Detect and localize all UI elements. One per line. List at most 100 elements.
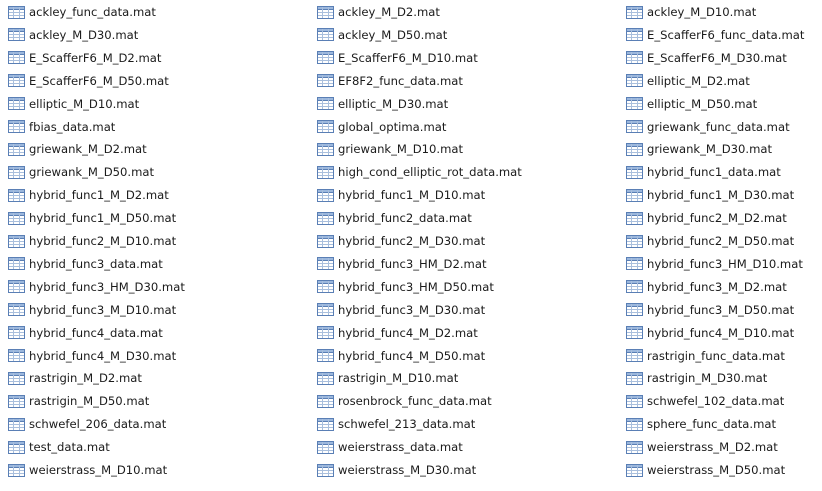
file-item[interactable]: hybrid_func2_M_D2.mat bbox=[626, 208, 787, 228]
file-item[interactable]: griewank_func_data.mat bbox=[626, 117, 790, 137]
mat-file-icon bbox=[8, 303, 25, 317]
file-item[interactable]: weierstrass_data.mat bbox=[317, 437, 463, 457]
file-name: schwefel_206_data.mat bbox=[29, 417, 167, 432]
mat-file-icon bbox=[8, 97, 25, 111]
file-item[interactable]: ackley_M_D30.mat bbox=[8, 25, 138, 45]
file-item[interactable]: elliptic_M_D2.mat bbox=[626, 71, 750, 91]
file-name: ackley_func_data.mat bbox=[29, 5, 156, 19]
file-item[interactable]: rastrigin_M_D30.mat bbox=[626, 368, 767, 388]
file-item[interactable]: sphere_func_data.mat bbox=[626, 414, 776, 434]
file-name: test_data.mat bbox=[29, 440, 110, 455]
mat-file-icon bbox=[626, 97, 643, 111]
mat-file-icon bbox=[626, 74, 643, 88]
file-item[interactable]: hybrid_func3_M_D10.mat bbox=[8, 300, 176, 320]
mat-file-icon bbox=[8, 188, 25, 202]
file-name: global_optima.mat bbox=[338, 119, 447, 134]
file-item[interactable]: ackley_M_D10.mat bbox=[626, 2, 756, 22]
file-item[interactable]: EF8F2_func_data.mat bbox=[317, 71, 463, 91]
file-item[interactable]: griewank_M_D30.mat bbox=[626, 139, 772, 159]
file-item[interactable]: elliptic_M_D30.mat bbox=[317, 94, 448, 114]
mat-file-icon bbox=[626, 51, 643, 65]
file-item[interactable]: hybrid_func4_M_D50.mat bbox=[317, 346, 485, 366]
file-item[interactable]: rastrigin_M_D2.mat bbox=[8, 368, 142, 388]
mat-file-icon bbox=[8, 120, 25, 133]
file-name: rosenbrock_func_data.mat bbox=[338, 394, 492, 409]
file-item[interactable]: hybrid_func3_HM_D2.mat bbox=[317, 254, 487, 274]
file-item[interactable]: fbias_data.mat bbox=[8, 117, 115, 137]
file-item[interactable]: hybrid_func3_HM_D30.mat bbox=[8, 277, 185, 297]
file-item[interactable]: hybrid_func4_M_D2.mat bbox=[317, 323, 478, 343]
file-item[interactable]: griewank_M_D10.mat bbox=[317, 139, 463, 159]
mat-file-icon bbox=[8, 211, 25, 225]
file-name: elliptic_M_D2.mat bbox=[647, 73, 750, 88]
file-item[interactable]: hybrid_func3_data.mat bbox=[8, 254, 163, 274]
mat-file-icon bbox=[317, 417, 334, 431]
file-item[interactable]: elliptic_M_D50.mat bbox=[626, 94, 757, 114]
file-item[interactable]: E_ScafferF6_func_data.mat bbox=[626, 25, 804, 45]
file-item[interactable]: hybrid_func1_M_D2.mat bbox=[8, 185, 169, 205]
file-name: rastrigin_func_data.mat bbox=[647, 348, 785, 363]
file-item[interactable]: weierstrass_M_D50.mat bbox=[626, 460, 785, 480]
file-item[interactable]: hybrid_func3_HM_D50.mat bbox=[317, 277, 494, 297]
file-item[interactable]: high_cond_elliptic_rot_data.mat bbox=[317, 162, 522, 182]
file-item[interactable]: hybrid_func1_data.mat bbox=[626, 162, 781, 182]
file-item[interactable]: weierstrass_M_D30.mat bbox=[317, 460, 476, 480]
file-item[interactable]: rastrigin_M_D10.mat bbox=[317, 368, 458, 388]
file-item[interactable]: hybrid_func2_M_D50.mat bbox=[626, 231, 794, 251]
mat-file-icon bbox=[317, 74, 334, 88]
file-item[interactable]: schwefel_206_data.mat bbox=[8, 414, 166, 434]
file-name: hybrid_func1_M_D2.mat bbox=[29, 188, 169, 203]
file-item[interactable]: hybrid_func3_M_D2.mat bbox=[626, 277, 787, 297]
file-item[interactable]: ackley_M_D50.mat bbox=[317, 25, 447, 45]
file-item[interactable]: elliptic_M_D10.mat bbox=[8, 94, 139, 114]
mat-file-icon bbox=[8, 257, 25, 271]
file-item[interactable]: hybrid_func4_M_D30.mat bbox=[8, 346, 176, 366]
file-name: hybrid_func4_data.mat bbox=[29, 325, 163, 340]
mat-file-icon bbox=[626, 303, 643, 317]
file-item[interactable]: schwefel_102_data.mat bbox=[626, 391, 784, 411]
file-item[interactable]: hybrid_func3_M_D50.mat bbox=[626, 300, 794, 320]
file-item[interactable]: E_ScafferF6_M_D50.mat bbox=[8, 71, 169, 91]
file-item[interactable]: hybrid_func3_M_D30.mat bbox=[317, 300, 485, 320]
file-name: elliptic_M_D30.mat bbox=[338, 96, 449, 111]
file-name: EF8F2_func_data.mat bbox=[338, 73, 463, 88]
mat-file-icon bbox=[626, 211, 643, 225]
file-item[interactable]: rastrigin_M_D50.mat bbox=[8, 391, 149, 411]
file-item[interactable]: hybrid_func2_M_D30.mat bbox=[317, 231, 485, 251]
mat-file-icon bbox=[626, 257, 643, 271]
file-item[interactable]: E_ScafferF6_M_D10.mat bbox=[317, 48, 478, 68]
file-item[interactable]: ackley_func_data.mat bbox=[8, 2, 156, 22]
file-item[interactable]: hybrid_func2_data.mat bbox=[317, 208, 472, 228]
file-item[interactable]: griewank_M_D2.mat bbox=[8, 139, 147, 159]
file-item[interactable]: E_ScafferF6_M_D30.mat bbox=[626, 48, 787, 68]
file-item[interactable]: E_ScafferF6_M_D2.mat bbox=[8, 48, 161, 68]
file-name: hybrid_func1_M_D30.mat bbox=[647, 188, 795, 203]
mat-file-icon bbox=[626, 188, 643, 202]
file-name: elliptic_M_D50.mat bbox=[647, 96, 758, 111]
file-item[interactable]: test_data.mat bbox=[8, 437, 110, 457]
file-item[interactable]: weierstrass_M_D2.mat bbox=[626, 437, 778, 457]
file-item[interactable]: hybrid_func4_data.mat bbox=[8, 323, 163, 343]
file-list: ackley_func_data.mat ackley_M_D30.mat E_Sc… bbox=[0, 0, 822, 491]
mat-file-icon bbox=[317, 257, 334, 271]
file-item[interactable]: hybrid_func3_HM_D10.mat bbox=[626, 254, 803, 274]
file-item[interactable]: weierstrass_M_D10.mat bbox=[8, 460, 167, 480]
file-item[interactable]: hybrid_func1_M_D30.mat bbox=[626, 185, 794, 205]
file-name: griewank_M_D50.mat bbox=[29, 165, 155, 180]
file-item[interactable]: ackley_M_D2.mat bbox=[317, 2, 440, 22]
file-name: fbias_data.mat bbox=[29, 119, 116, 134]
file-item[interactable]: global_optima.mat bbox=[317, 117, 446, 137]
file-name: elliptic_M_D10.mat bbox=[29, 96, 140, 111]
file-item[interactable]: hybrid_func4_M_D10.mat bbox=[626, 323, 794, 343]
file-item[interactable]: rastrigin_func_data.mat bbox=[626, 346, 785, 366]
file-item[interactable]: hybrid_func1_M_D10.mat bbox=[317, 185, 485, 205]
mat-file-icon bbox=[626, 326, 643, 340]
file-item[interactable]: rosenbrock_func_data.mat bbox=[317, 391, 492, 411]
mat-file-icon bbox=[8, 394, 25, 408]
file-item[interactable]: schwefel_213_data.mat bbox=[317, 414, 475, 434]
file-name: hybrid_func4_M_D2.mat bbox=[338, 325, 478, 340]
file-item[interactable]: hybrid_func2_M_D10.mat bbox=[8, 231, 176, 251]
file-name: ackley_M_D2.mat bbox=[338, 5, 440, 19]
file-item[interactable]: hybrid_func1_M_D50.mat bbox=[8, 208, 176, 228]
file-item[interactable]: griewank_M_D50.mat bbox=[8, 162, 154, 182]
